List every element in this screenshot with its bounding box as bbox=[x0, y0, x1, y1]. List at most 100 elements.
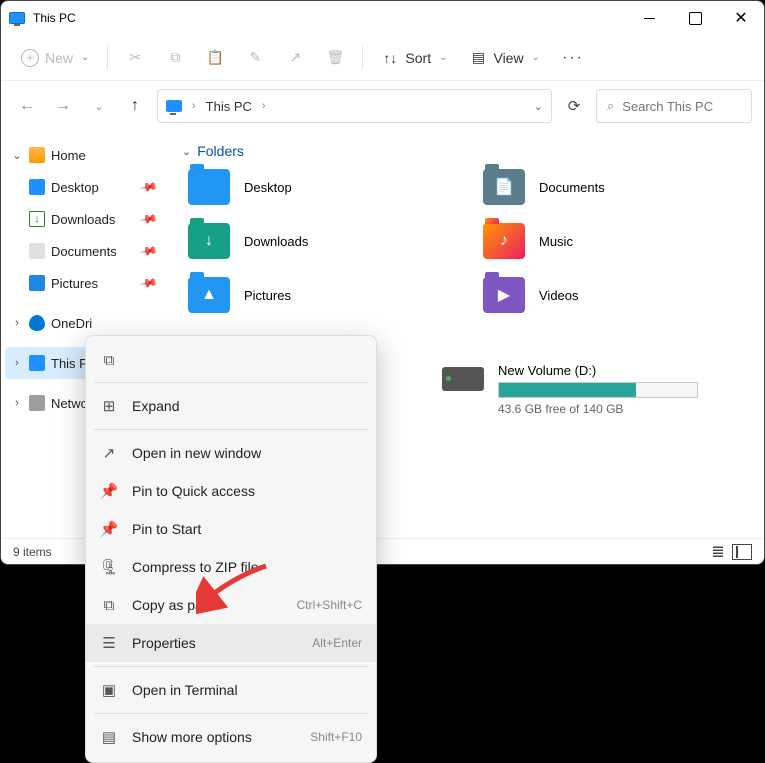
zip-icon: 🗜 bbox=[100, 558, 118, 576]
chevron-right-icon: › bbox=[192, 100, 196, 112]
delete-icon: 🗑 bbox=[326, 49, 344, 67]
sidebar-item-label: Downloads bbox=[51, 212, 115, 227]
drive-usage-bar bbox=[498, 382, 698, 398]
chevron-right-icon[interactable] bbox=[11, 357, 23, 369]
folder-videos[interactable]: ▶ Videos bbox=[483, 277, 748, 313]
context-menu: ⧉ ⊞ Expand ↗ Open in new window 📌 Pin to… bbox=[85, 335, 377, 763]
folders-grid: Desktop 📄 Documents ↓ Downloads ♪ Music … bbox=[188, 169, 748, 313]
chevron-right-icon[interactable] bbox=[11, 397, 23, 409]
breadcrumb[interactable]: This PC bbox=[206, 99, 252, 114]
ctx-label: Open in new window bbox=[132, 445, 362, 461]
share-button[interactable]: ↗ bbox=[276, 43, 314, 73]
terminal-icon: ▣ bbox=[100, 681, 118, 699]
forward-button[interactable]: → bbox=[49, 92, 77, 120]
sidebar-item-label: Home bbox=[51, 148, 86, 163]
sort-label: Sort bbox=[405, 50, 431, 66]
chevron-down-icon[interactable]: ⌄ bbox=[534, 100, 543, 113]
ctx-more-options[interactable]: ▤ Show more options Shift+F10 bbox=[86, 718, 376, 756]
folder-label: Music bbox=[539, 234, 573, 249]
copy-icon[interactable]: ⧉ bbox=[100, 351, 118, 369]
up-button[interactable]: ↑ bbox=[121, 92, 149, 120]
drive-item[interactable]: New Volume (D:) 43.6 GB free of 140 GB bbox=[442, 363, 748, 416]
ctx-pin-quick[interactable]: 📌 Pin to Quick access bbox=[86, 472, 376, 510]
address-bar[interactable]: › This PC › ⌄ bbox=[157, 89, 552, 123]
sidebar-item-pictures[interactable]: Pictures 📌 bbox=[5, 267, 162, 299]
folder-label: Pictures bbox=[244, 288, 291, 303]
folder-label: Videos bbox=[539, 288, 579, 303]
pictures-icon bbox=[29, 275, 45, 291]
ctx-label: Pin to Quick access bbox=[132, 483, 362, 499]
folder-icon: ▲ bbox=[188, 277, 230, 313]
search-box[interactable]: ⌕ bbox=[596, 89, 752, 123]
view-icon: ▤ bbox=[469, 49, 487, 67]
folder-documents[interactable]: 📄 Documents bbox=[483, 169, 748, 205]
view-button[interactable]: ▤ View ⌄ bbox=[459, 43, 549, 73]
status-items: 9 items bbox=[13, 545, 52, 559]
ctx-expand[interactable]: ⊞ Expand bbox=[86, 387, 376, 425]
chevron-down-icon[interactable] bbox=[11, 149, 23, 162]
rename-button[interactable]: ✎ bbox=[236, 43, 274, 73]
ctx-shortcut: Ctrl+Shift+C bbox=[297, 598, 362, 612]
folder-music[interactable]: ♪ Music bbox=[483, 223, 748, 259]
downloads-icon bbox=[29, 211, 45, 227]
ctx-label: Compress to ZIP file bbox=[132, 559, 362, 575]
ctx-label: Pin to Start bbox=[132, 521, 362, 537]
window-title: This PC bbox=[33, 11, 76, 25]
details-view-button[interactable] bbox=[708, 544, 728, 560]
ctx-label: Expand bbox=[132, 398, 362, 414]
documents-icon bbox=[29, 243, 45, 259]
ctx-open-new-window[interactable]: ↗ Open in new window bbox=[86, 434, 376, 472]
folder-pictures[interactable]: ▲ Pictures bbox=[188, 277, 453, 313]
section-header-folders[interactable]: ⌄ Folders bbox=[182, 143, 748, 159]
cut-icon: ✂ bbox=[126, 49, 144, 67]
pin-icon: 📌 bbox=[138, 177, 158, 197]
ctx-properties[interactable]: ☰ Properties Alt+Enter bbox=[86, 624, 376, 662]
sidebar-item-downloads[interactable]: Downloads 📌 bbox=[5, 203, 162, 235]
ctx-label: Properties bbox=[132, 635, 298, 651]
separator bbox=[362, 46, 363, 70]
sidebar-item-desktop[interactable]: Desktop 📌 bbox=[5, 171, 162, 203]
copy-button[interactable]: ⧉ bbox=[156, 43, 194, 73]
ctx-quick-row: ⧉ bbox=[86, 342, 376, 378]
tiles-view-button[interactable] bbox=[732, 544, 752, 560]
pin-icon: 📌 bbox=[100, 520, 118, 538]
ctx-copy-path[interactable]: ⧉ Copy as path Ctrl+Shift+C bbox=[86, 586, 376, 624]
chevron-right-icon[interactable] bbox=[11, 317, 23, 329]
sidebar-item-label: Desktop bbox=[51, 180, 99, 195]
ctx-terminal[interactable]: ▣ Open in Terminal bbox=[86, 671, 376, 709]
ctx-shortcut: Alt+Enter bbox=[312, 636, 362, 650]
ctx-pin-start[interactable]: 📌 Pin to Start bbox=[86, 510, 376, 548]
folder-icon bbox=[188, 169, 230, 205]
pin-icon: 📌 bbox=[138, 209, 158, 229]
sidebar-item-documents[interactable]: Documents 📌 bbox=[5, 235, 162, 267]
chevron-right-icon: › bbox=[262, 100, 266, 112]
back-button[interactable]: ← bbox=[13, 92, 41, 120]
ctx-zip[interactable]: 🗜 Compress to ZIP file bbox=[86, 548, 376, 586]
folder-desktop[interactable]: Desktop bbox=[188, 169, 453, 205]
close-button[interactable]: ✕ bbox=[718, 1, 764, 35]
recent-button[interactable]: ⌄ bbox=[85, 92, 113, 120]
sidebar-item-home[interactable]: Home bbox=[5, 139, 162, 171]
more-button[interactable]: ··· bbox=[552, 43, 594, 73]
paste-button[interactable]: 📋 bbox=[196, 43, 234, 73]
search-input[interactable] bbox=[622, 99, 741, 114]
delete-button[interactable]: 🗑 bbox=[316, 43, 354, 73]
chevron-down-icon: ⌄ bbox=[182, 145, 191, 158]
folder-downloads[interactable]: ↓ Downloads bbox=[188, 223, 453, 259]
separator bbox=[107, 46, 108, 70]
onedrive-icon bbox=[29, 315, 45, 331]
sidebar-item-label: Pictures bbox=[51, 276, 98, 291]
more-icon: ▤ bbox=[100, 728, 118, 746]
home-icon bbox=[29, 147, 45, 163]
drive-subtext: 43.6 GB free of 140 GB bbox=[498, 402, 698, 416]
maximize-button[interactable] bbox=[672, 1, 718, 35]
refresh-button[interactable]: ⟳ bbox=[560, 89, 588, 123]
pc-icon bbox=[166, 100, 182, 112]
cut-button[interactable]: ✂ bbox=[116, 43, 154, 73]
plus-icon: + bbox=[21, 49, 39, 67]
sort-button[interactable]: ↑↓ Sort ⌄ bbox=[371, 43, 457, 73]
ctx-label: Open in Terminal bbox=[132, 682, 362, 698]
minimize-button[interactable] bbox=[626, 1, 672, 35]
search-icon: ⌕ bbox=[607, 98, 614, 114]
new-button[interactable]: + New ⌄ bbox=[11, 43, 99, 73]
